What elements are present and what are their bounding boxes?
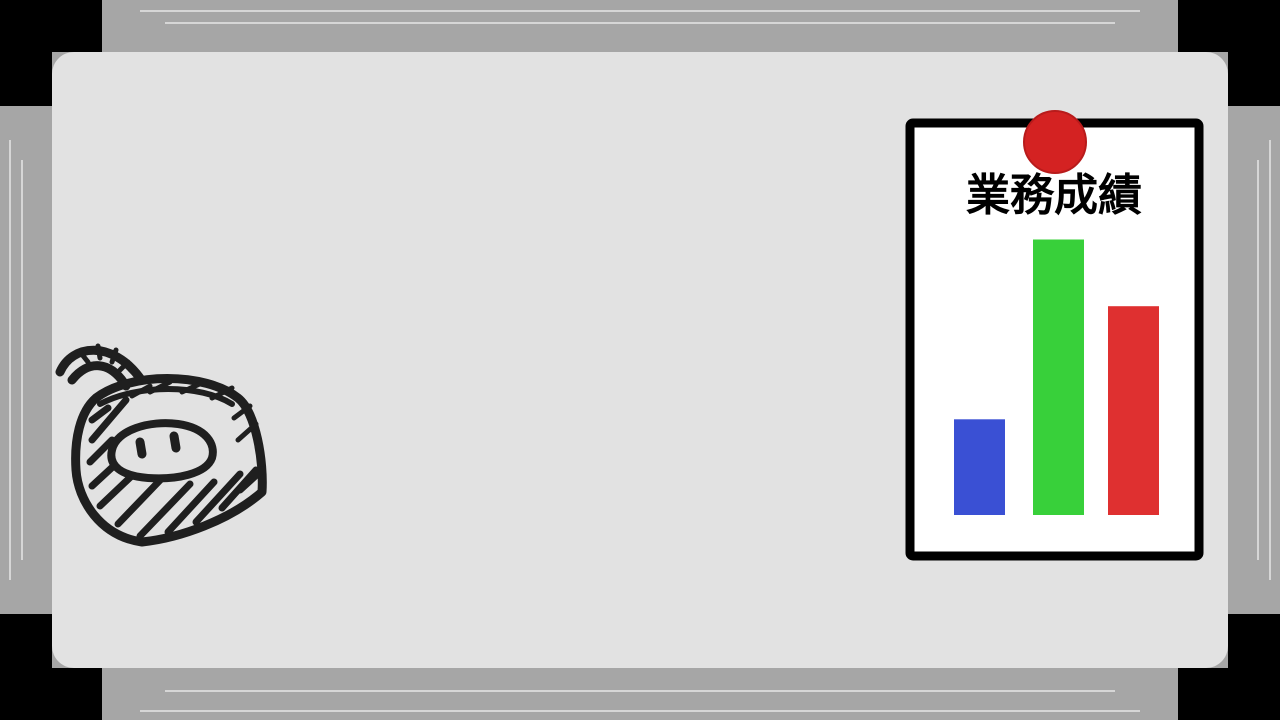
whiteboard-scene: 業務成績 [0,0,1280,720]
paper-title: 業務成績 [966,170,1142,221]
whiteboard-svg: 業務成績 [0,0,1280,720]
chart-bar-3 [1108,306,1159,515]
chart-bar-1 [954,419,1005,515]
chart-paper: 業務成績 [905,110,1204,561]
chart-bar-2 [1033,239,1084,515]
